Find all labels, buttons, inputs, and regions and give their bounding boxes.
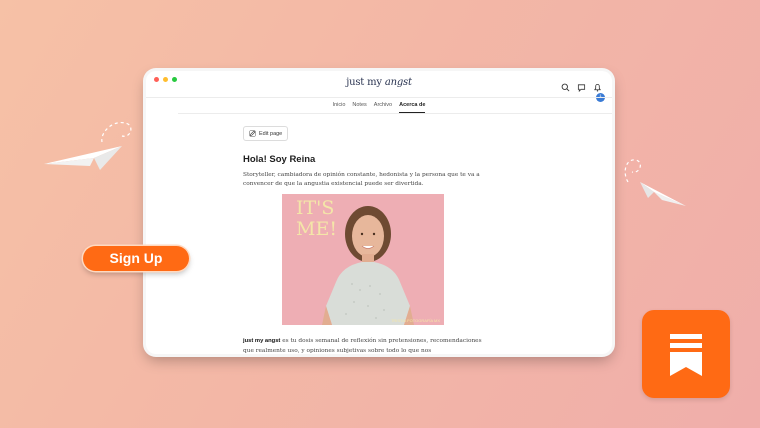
- pencil-icon: [249, 130, 256, 137]
- site-logo[interactable]: just my angst: [146, 77, 612, 88]
- brand-italic: angst: [384, 77, 412, 88]
- about-page-content: Edit page Hola! Soy Reina Storyteller, c…: [243, 124, 493, 189]
- body-paragraph: just my angst es tu dosis semanal de ref…: [243, 336, 493, 354]
- author-photo: IT'S ME! TRISTIA FOTOGRAFÍA MX: [282, 194, 444, 325]
- sign-up-button[interactable]: Sign Up: [83, 246, 189, 271]
- tab-notes[interactable]: Notes: [352, 102, 366, 113]
- edit-page-button[interactable]: Edit page: [243, 126, 289, 141]
- notifications-icon[interactable]: 1: [593, 79, 605, 102]
- brand-plain: just my: [346, 77, 385, 88]
- author-portrait: [322, 206, 414, 325]
- chat-icon[interactable]: [577, 79, 586, 93]
- photo-credit: TRISTIA FOTOGRAFÍA MX: [390, 318, 440, 323]
- substack-logo-icon: [642, 310, 730, 398]
- tab-archivo[interactable]: Archivo: [374, 102, 392, 113]
- publication-nav: Inicio Notes Archivo Acerca de: [146, 102, 612, 113]
- page-title: Hola! Soy Reina: [243, 154, 316, 165]
- tab-acerca-de[interactable]: Acerca de: [399, 102, 426, 113]
- browser-window: just my angst 1 Inicio Notes Archivo Ace…: [146, 71, 612, 354]
- header-divider: [146, 97, 612, 98]
- paper-plane-right-icon: [624, 159, 686, 206]
- paper-plane-left-icon: [44, 122, 132, 170]
- edit-page-label: Edit page: [259, 130, 283, 137]
- intro-paragraph: Storyteller, cambiadora de opinión const…: [243, 172, 480, 187]
- search-icon[interactable]: [561, 79, 570, 92]
- body-bold-text: just my angst: [243, 338, 281, 344]
- tab-inicio[interactable]: Inicio: [333, 102, 346, 113]
- header-actions: 1: [561, 79, 605, 102]
- nav-divider: [178, 113, 612, 114]
